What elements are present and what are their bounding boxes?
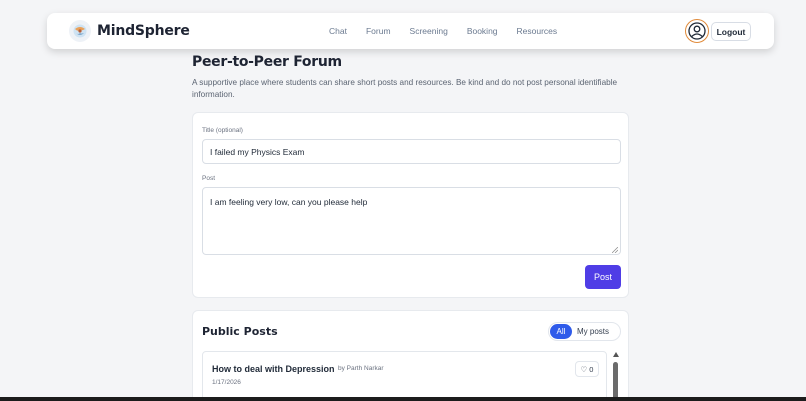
nav-link-resources[interactable]: Resources (517, 26, 558, 36)
post-author: by Parth Narkar (338, 365, 384, 372)
nav-link-screening[interactable]: Screening (410, 26, 448, 36)
scrollbar-thumb[interactable] (613, 362, 618, 401)
filter-my-posts-button[interactable]: My posts (577, 324, 609, 339)
post-filter-toggle: All My posts (548, 322, 621, 341)
page-description: A supportive place where students can sh… (192, 78, 618, 99)
brand[interactable]: MindSphere (69, 20, 190, 42)
post-textarea[interactable]: I am feeling very low, can you please he… (202, 187, 621, 255)
nav-link-booking[interactable]: Booking (467, 26, 498, 36)
top-navbar: MindSphere Chat Forum Screening Booking … (47, 13, 774, 49)
nav-link-forum[interactable]: Forum (366, 26, 391, 36)
filter-all-button[interactable]: All (550, 324, 572, 339)
user-avatar-icon[interactable] (685, 19, 709, 43)
post-title: How to deal with Depression (212, 364, 335, 374)
nav-links: Chat Forum Screening Booking Resources (329, 13, 576, 49)
post-list-item[interactable]: How to deal with Depression by Parth Nar… (202, 351, 607, 401)
logout-button[interactable]: Logout (711, 22, 751, 41)
new-post-form: Title (optional) I failed my Physics Exa… (192, 112, 629, 298)
public-posts-section: Public Posts All My posts How to deal wi… (192, 310, 629, 401)
resize-grip-icon[interactable] (612, 247, 618, 253)
title-input[interactable]: I failed my Physics Exam (202, 139, 621, 164)
bottom-edge-bar (0, 397, 806, 401)
post-date: 1/17/2026 (212, 379, 241, 386)
brand-name: MindSphere (97, 23, 190, 39)
page-title: Peer-to-Peer Forum (192, 54, 342, 70)
post-textarea-value: I am feeling very low, can you please he… (210, 197, 368, 207)
like-button[interactable]: ♡ 0 (575, 361, 599, 377)
brain-globe-icon (69, 20, 91, 42)
title-field-label: Title (optional) (202, 127, 243, 134)
posts-heading: Public Posts (202, 325, 278, 338)
submit-post-button[interactable]: Post (585, 265, 621, 289)
scroll-up-arrow-icon[interactable] (613, 352, 619, 357)
posts-scrollbar[interactable] (611, 352, 621, 401)
post-field-label: Post (202, 175, 216, 182)
nav-link-chat[interactable]: Chat (329, 26, 347, 36)
